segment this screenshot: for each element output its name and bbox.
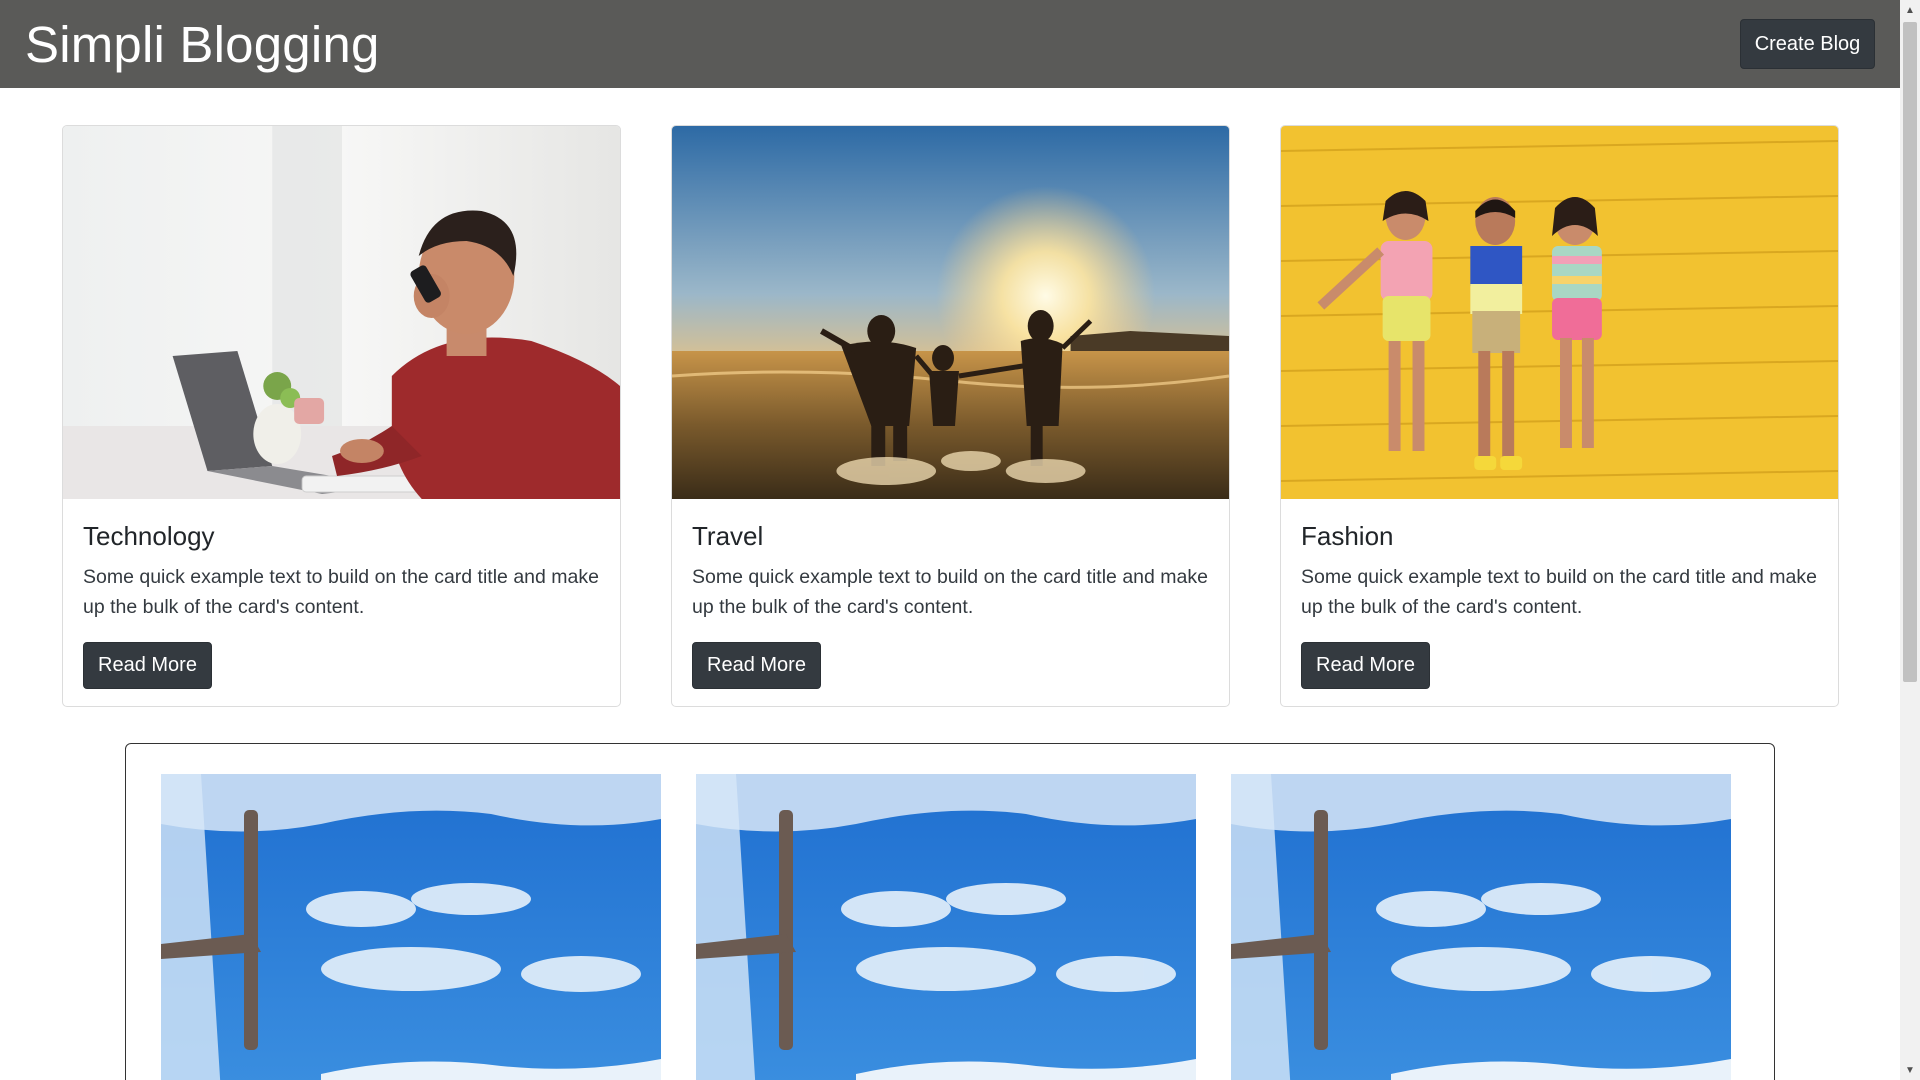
create-blog-button[interactable]: Create Blog <box>1740 19 1875 69</box>
scroll-up-arrow-icon[interactable]: ▲ <box>1900 0 1920 20</box>
card-title: Technology <box>83 521 215 551</box>
gallery-image[interactable] <box>1231 774 1731 1080</box>
blog-card-technology: Technology Some quick example text to bu… <box>62 125 621 707</box>
card-title: Travel <box>692 521 764 551</box>
vertical-scrollbar[interactable]: ▲ ▼ <box>1900 0 1920 1080</box>
read-more-button[interactable]: Read More <box>1301 642 1430 689</box>
brand-title[interactable]: Simpli Blogging <box>25 15 380 74</box>
card-text: Some quick example text to build on the … <box>692 566 1208 618</box>
scroll-down-arrow-icon[interactable]: ▼ <box>1900 1060 1920 1080</box>
read-more-button[interactable]: Read More <box>83 642 212 689</box>
blog-card-travel: Travel Some quick example text to build … <box>671 125 1230 707</box>
navbar: Simpli Blogging Create Blog <box>0 0 1900 88</box>
travel-photo <box>672 126 1229 499</box>
fashion-photo <box>1281 126 1838 499</box>
read-more-button[interactable]: Read More <box>692 642 821 689</box>
blog-card-fashion: Fashion Some quick example text to build… <box>1280 125 1839 707</box>
blog-card-list: Technology Some quick example text to bu… <box>62 125 1839 707</box>
card-text: Some quick example text to build on the … <box>83 566 599 618</box>
image-gallery <box>125 743 1775 1080</box>
scrollbar-thumb[interactable] <box>1903 22 1917 682</box>
card-text: Some quick example text to build on the … <box>1301 566 1817 618</box>
gallery-image[interactable] <box>696 774 1196 1080</box>
technology-photo <box>63 126 620 499</box>
gallery-image[interactable] <box>161 774 661 1080</box>
card-title: Fashion <box>1301 521 1394 551</box>
